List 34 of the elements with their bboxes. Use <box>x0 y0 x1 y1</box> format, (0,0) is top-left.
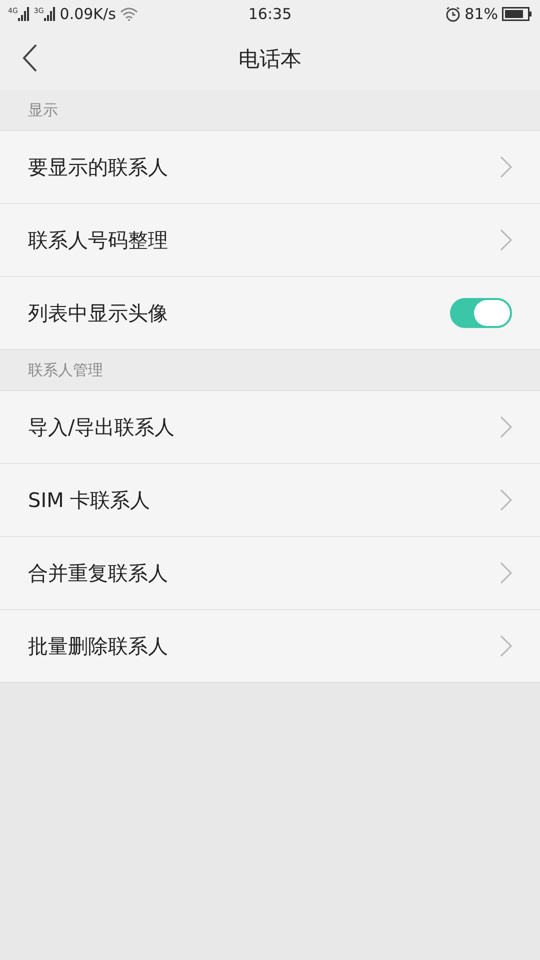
battery-icon <box>502 7 532 21</box>
settings-row[interactable]: 导入/导出联系人 <box>0 391 540 464</box>
section-header: 联系人管理 <box>28 360 103 380</box>
row-label: 联系人号码整理 <box>28 226 168 254</box>
page-title: 电话本 <box>238 46 302 73</box>
row-label: 合并重复联系人 <box>28 560 168 586</box>
chevron-icon <box>500 635 512 657</box>
settings-row[interactable]: 要显示的联系人 <box>0 131 540 204</box>
row-label: 列表中显示头像 <box>28 300 168 326</box>
chevron-icon <box>500 562 512 584</box>
chevron-icon <box>500 156 512 178</box>
battery-percentage: 81% <box>464 5 498 23</box>
signal-icon <box>18 7 30 21</box>
settings-row[interactable]: 合并重复联系人 <box>0 537 540 610</box>
settings-row[interactable]: 批量删除联系人 <box>0 610 540 682</box>
back-icon <box>22 44 38 72</box>
alarm-icon <box>444 6 461 22</box>
clock-time: 16:35 <box>248 5 292 23</box>
settings-row[interactable]: 联系人号码整理 <box>0 204 540 277</box>
network-speed: 0.09K/s <box>60 5 116 23</box>
row-label: 导入/导出联系人 <box>28 414 175 440</box>
row-label: SIM 卡联系人 <box>28 486 150 514</box>
chevron-icon <box>500 229 512 251</box>
chevron-icon <box>500 416 512 438</box>
section-header: 显示 <box>28 100 58 120</box>
signal-icon <box>44 7 56 21</box>
settings-row[interactable]: SIM 卡联系人 <box>0 464 540 537</box>
chevron-icon <box>500 489 512 511</box>
back-button[interactable] <box>22 44 38 72</box>
row-label: 要显示的联系人 <box>28 154 168 180</box>
settings-row[interactable]: 列表中显示头像 <box>0 277 540 349</box>
wifi-icon <box>120 7 138 21</box>
toggle-switch[interactable] <box>450 298 512 328</box>
row-label: 批量删除联系人 <box>28 632 168 660</box>
